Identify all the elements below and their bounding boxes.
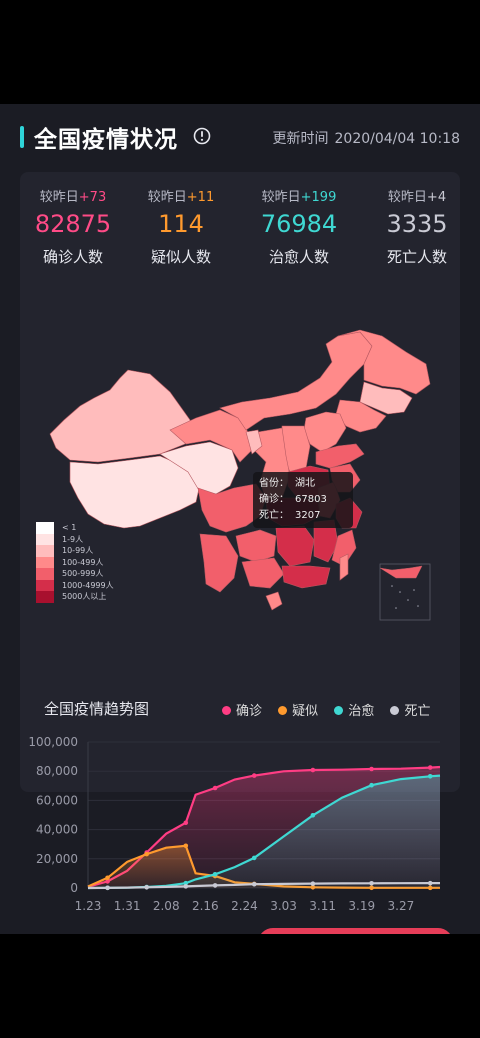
stat-confirmed: 较昨日+73 82875 确诊人数 [18, 186, 128, 267]
series-point [105, 885, 110, 891]
trend-legend-confirmed[interactable]: 确诊 [222, 700, 262, 719]
trend-chart[interactable]: 0 20,000 40,000 60,000 80,000 100,000 1.23 1.31… [0, 730, 480, 930]
trend-legend: 确诊 疑似 治愈 死亡 [222, 700, 442, 719]
series-point [310, 812, 316, 818]
x-tick-label: 2.24 [231, 899, 258, 913]
map-region-xinjiang[interactable] [49, 369, 191, 463]
app-screen: 全国疫情状况 更新时间 2020/04/04 10:18 较昨日+73 82875… [0, 104, 480, 934]
info-circle-icon[interactable] [193, 127, 211, 145]
stat-value: 3335 [386, 210, 448, 238]
legend-dot [390, 706, 400, 715]
series-point [427, 880, 433, 886]
x-tick-label: 2.08 [153, 899, 180, 913]
stat-suspected: 较昨日+11 114 疑似人数 [126, 186, 236, 267]
trend-title: 全国疫情趋势图 [44, 700, 150, 718]
x-tick-label: 3.03 [270, 899, 297, 913]
x-tick-label: 3.27 [388, 899, 415, 913]
series-point [183, 884, 189, 889]
legend-swatch [36, 522, 54, 534]
stat-delta: 较昨日+73 [39, 190, 107, 205]
y-tick-label: 100,000 [28, 735, 78, 749]
x-tick-label: 3.19 [348, 899, 375, 913]
series-point [251, 881, 257, 887]
stat-cured: 较昨日+199 76984 治愈人数 [244, 186, 354, 267]
header: 全国疫情状况 更新时间 2020/04/04 10:18 [0, 104, 480, 170]
series-point [251, 855, 257, 861]
map-region-taiwan[interactable] [339, 553, 349, 581]
legend-swatch [36, 579, 54, 591]
series-point [144, 884, 149, 890]
x-tick-label: 3.11 [309, 899, 336, 913]
series-point [251, 773, 257, 778]
tooltip-confirmed: 确诊： 67803 [259, 494, 327, 505]
page-title: 全国疫情状况 [34, 127, 178, 153]
series-point [427, 765, 433, 770]
legend-dot [222, 706, 231, 715]
stat-value: 76984 [260, 210, 338, 238]
stat-label: 治愈人数 [268, 248, 329, 266]
map-region-guangxi[interactable] [241, 557, 285, 589]
map-region-hunan[interactable] [275, 525, 315, 567]
legend-swatch [36, 556, 54, 568]
stat-label: 死亡人数 [386, 248, 447, 266]
map-region-guizhou[interactable] [235, 529, 277, 563]
y-tick-label: 80,000 [36, 764, 78, 778]
series-point [310, 767, 316, 773]
tooltip-province: 省份： 湖北 [259, 478, 315, 489]
stat-value: 82875 [34, 210, 112, 238]
stat-delta: 较昨日+199 [261, 190, 337, 205]
series-point [427, 774, 433, 779]
series-point [310, 881, 316, 886]
stat-label: 疑似人数 [150, 248, 211, 266]
inset-coast [379, 565, 423, 579]
legend-swatch [36, 591, 54, 603]
y-tick-label: 40,000 [36, 823, 78, 837]
series-point [369, 782, 374, 788]
title-accent-bar [20, 126, 24, 148]
series-point [183, 820, 189, 826]
series-point [105, 875, 110, 881]
update-label: 更新时间 [272, 131, 329, 147]
y-tick-label: 20,000 [36, 852, 78, 866]
series-point [183, 843, 189, 849]
map-tooltip: 省份： 湖北 确诊： 67803 死亡： 3207 [253, 472, 353, 528]
trend-legend-dead[interactable]: 死亡 [390, 700, 430, 719]
stat-value: 114 [158, 210, 204, 238]
update-time: 更新时间 2020/04/04 10:18 [273, 128, 461, 148]
stat-label: 确诊人数 [42, 248, 103, 266]
tooltip-death: 死亡： 3207 [259, 510, 321, 521]
update-value: 2020/04/04 10:18 [334, 131, 461, 147]
y-tick-label: 60,000 [36, 793, 78, 807]
map-region-yunnan[interactable] [199, 533, 239, 593]
map-region-guangdong[interactable] [281, 565, 331, 589]
stat-delta: 较昨日+4 [387, 190, 447, 205]
series-point [144, 851, 149, 857]
x-tick-label: 1.31 [114, 899, 141, 913]
legend-swatch [36, 533, 54, 545]
series-point [212, 871, 218, 877]
series-point [212, 785, 218, 791]
legend-dot [278, 706, 288, 715]
x-tick-label: 2.16 [192, 899, 219, 913]
series-point [369, 766, 374, 772]
series-point [369, 880, 374, 886]
trend-legend-suspected[interactable]: 疑似 [278, 700, 318, 719]
legend-swatch [36, 568, 54, 580]
bottom-action-button[interactable] [258, 928, 453, 934]
series-point [212, 883, 218, 888]
trend-legend-cured[interactable]: 治愈 [334, 700, 374, 719]
y-tick-label: 0 [70, 881, 78, 895]
legend-swatch [36, 545, 54, 557]
stat-dead: 较昨日+4 3335 死亡人数 [362, 186, 472, 267]
x-tick-label: 1.23 [75, 899, 102, 913]
legend-dot [334, 706, 344, 715]
stat-delta: 较昨日+11 [147, 190, 215, 205]
map-region-hainan[interactable] [265, 591, 283, 611]
inset-islands [391, 585, 419, 609]
